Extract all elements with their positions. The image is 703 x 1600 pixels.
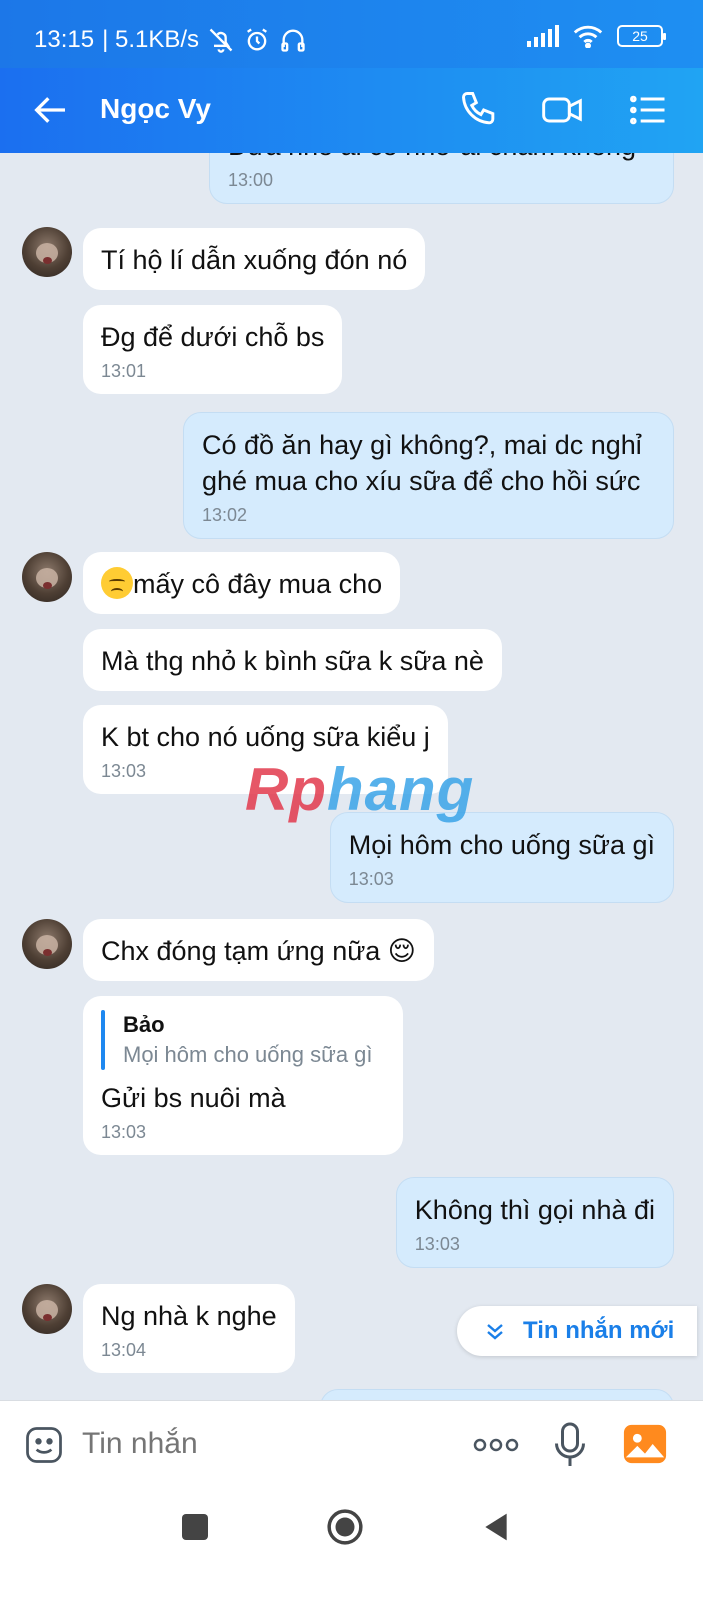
message-time: 13:03 <box>348 869 394 889</box>
more-icon[interactable] <box>472 1429 520 1461</box>
message-bubble[interactable]: Đứa nhỏ ai có nhờ ai chăm không 13:00 <box>209 153 674 204</box>
message-bubble[interactable]: mấy cô đây mua cho <box>83 552 401 614</box>
message-text: Ng nhà k nghe <box>101 1301 277 1331</box>
message-time: 13:01 <box>101 361 147 381</box>
alarm-icon <box>247 28 267 51</box>
message-text: Tí hộ lí dẫn xuống đón nó <box>101 245 408 275</box>
status-right: 25 <box>527 24 666 48</box>
new-messages-button[interactable]: Tin nhắn mới <box>457 1306 697 1356</box>
signal-icon <box>527 25 559 47</box>
message-bubble[interactable]: Không thì gọi nhà đi 13:03 <box>395 1177 674 1268</box>
avatar[interactable] <box>22 227 72 277</box>
new-messages-label: Tin nhắn mới <box>523 1317 675 1344</box>
android-navigation-bar <box>0 1488 703 1600</box>
quote-bar <box>101 1010 105 1070</box>
message-text: Mà thg nhỏ k bình sữa k sữa nè <box>101 646 484 676</box>
message-bubble[interactable]: Chx đóng tạm ứng nữa 😌 <box>83 919 434 981</box>
chevron-down-icon <box>487 1324 503 1340</box>
wifi-icon <box>573 25 603 48</box>
message-text: Đg để dưới chỗ bs <box>101 322 325 352</box>
bell-off-icon <box>209 28 233 53</box>
chat-header: Ngọc Vy <box>0 68 703 153</box>
message-time: 13:03 <box>101 1122 147 1142</box>
watermark-logo: Rphang <box>245 756 475 823</box>
message-text: mấy cô đây mua cho <box>133 569 383 599</box>
home-button[interactable] <box>326 1508 364 1546</box>
status-time: 13:15 <box>34 26 95 53</box>
recents-button[interactable] <box>182 1514 208 1540</box>
image-icon[interactable] <box>622 1421 668 1467</box>
message-text: Đứa nhỏ ai có nhờ ai chăm không <box>228 153 655 164</box>
message-bubble[interactable]: Có đồ ăn hay gì không?, mai dc nghỉ ghé … <box>183 412 674 539</box>
message-bubble[interactable]: Ng nhà k nghe 13:04 <box>83 1284 295 1373</box>
message-time: 13:04 <box>101 1340 147 1360</box>
sticker-icon[interactable] <box>22 1423 66 1467</box>
quote-author: Bảo <box>123 1012 165 1037</box>
back-arrow-icon[interactable] <box>30 90 70 130</box>
message-input[interactable] <box>82 1427 442 1461</box>
message-text: Mọi hôm cho uống sữa gì <box>348 830 655 860</box>
message-bubble[interactable]: Mà thg nhỏ k bình sữa k sữa nè <box>83 629 502 691</box>
battery-indicator: 25 <box>617 25 666 47</box>
message-bubble[interactable]: Tí hộ lí dẫn xuống đón nó <box>83 228 426 290</box>
avatar[interactable] <box>22 552 72 602</box>
status-left: 13:15 | 5.1KB/s <box>34 26 307 54</box>
message-text: Không thì gọi nhà đi <box>414 1195 655 1225</box>
message-text: Gửi bs nuôi mà <box>101 1083 286 1113</box>
status-bar: 13:15 | 5.1KB/s 25 <box>0 0 703 68</box>
message-input-bar <box>0 1400 703 1488</box>
phone-icon[interactable] <box>458 88 502 132</box>
message-text: K bt cho nó uống sữa kiểu j <box>101 722 430 752</box>
headphones-icon <box>281 29 305 52</box>
quote-text: Mọi hôm cho uống sữa gì <box>123 1042 373 1067</box>
message-bubble[interactable]: Đg để dưới chỗ bs 13:01 <box>83 305 343 394</box>
avatar[interactable] <box>22 1284 72 1334</box>
back-button[interactable] <box>480 1510 512 1544</box>
sad-face-emoji-icon <box>101 567 133 599</box>
contact-name[interactable]: Ngọc Vy <box>100 93 211 125</box>
microphone-icon[interactable] <box>552 1421 588 1469</box>
message-text: Chx đóng tạm ứng nữa 😌 <box>101 936 416 966</box>
message-time: 13:03 <box>414 1234 460 1254</box>
network-speed: | 5.1KB/s <box>102 26 200 53</box>
message-time: 13:02 <box>202 505 248 525</box>
message-time: 13:00 <box>228 170 274 190</box>
video-call-icon[interactable] <box>540 88 584 132</box>
quoted-message[interactable]: Bảo Mọi hôm cho uống sữa gì <box>101 1010 385 1070</box>
menu-list-icon[interactable] <box>626 88 670 132</box>
message-bubble[interactable]: Mọi hôm cho uống sữa gì 13:03 <box>329 812 674 903</box>
reply-message-bubble[interactable]: Bảo Mọi hôm cho uống sữa gì Gửi bs nuôi … <box>83 996 403 1155</box>
avatar[interactable] <box>22 919 72 969</box>
message-text: Có đồ ăn hay gì không?, mai dc nghỉ ghé … <box>202 430 642 496</box>
